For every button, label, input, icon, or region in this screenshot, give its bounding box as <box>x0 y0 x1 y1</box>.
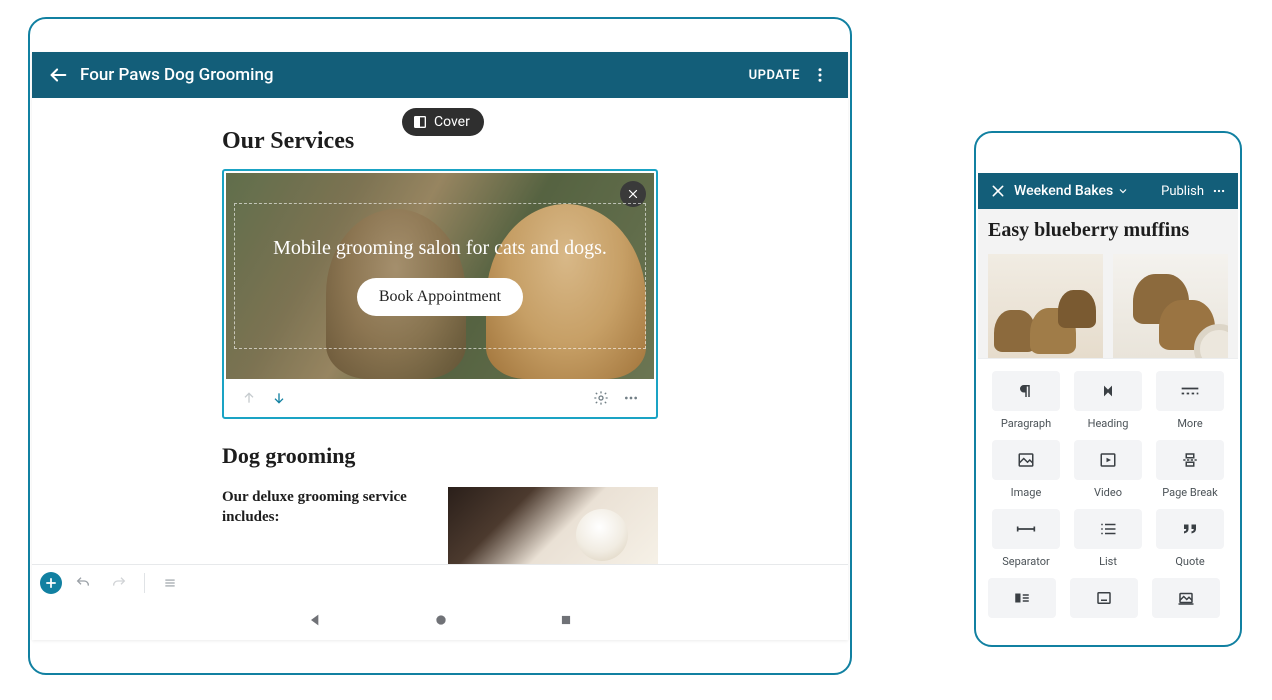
back-arrow-icon[interactable] <box>42 64 74 86</box>
block-button-partial[interactable] <box>988 578 1056 618</box>
dog-image <box>576 509 628 561</box>
undo-icon[interactable] <box>68 568 98 598</box>
paragraph-block-button[interactable] <box>992 371 1060 411</box>
inserter-label: Quote <box>1175 555 1204 568</box>
pagebreak-block-button[interactable] <box>1156 440 1224 480</box>
block-button-partial[interactable] <box>1152 578 1220 618</box>
image-block-button[interactable] <box>992 440 1060 480</box>
block-toolbar <box>226 379 654 415</box>
tablet-device: Four Paws Dog Grooming UPDATE Cover Our … <box>28 17 852 675</box>
cover-paragraph[interactable]: Mobile grooming salon for cats and dogs. <box>273 237 607 260</box>
inserter-item-separator: Separator <box>988 509 1064 568</box>
inserter-label: Page Break <box>1162 486 1217 499</box>
inserter-item-list: List <box>1070 509 1146 568</box>
phone-editor-header: Weekend Bakes Publish <box>978 173 1238 209</box>
gallery-image[interactable] <box>1113 254 1228 358</box>
nav-back-icon[interactable] <box>307 612 323 628</box>
gear-icon[interactable] <box>586 383 616 413</box>
cover-image: Mobile grooming salon for cats and dogs.… <box>226 173 654 379</box>
editor-bottom-toolbar <box>32 564 848 600</box>
post-title[interactable]: Easy blueberry muffins <box>988 219 1228 242</box>
toolbar-separator <box>144 573 145 593</box>
chevron-down-icon[interactable] <box>1117 185 1129 197</box>
list-block-button[interactable] <box>1074 509 1142 549</box>
publish-button[interactable]: Publish <box>1161 184 1204 199</box>
phone-screen: Weekend Bakes Publish Easy blueberry muf… <box>978 173 1238 643</box>
inserter-item-pagebreak: Page Break <box>1152 440 1228 499</box>
services-heading: Our Services <box>222 128 658 155</box>
media-text-row: Our deluxe grooming service includes: <box>222 487 658 564</box>
quote-block-button[interactable] <box>1156 509 1224 549</box>
gallery-row <box>988 254 1228 358</box>
inserter-item-more: More <box>1152 371 1228 430</box>
keyboard-toggle-icon[interactable] <box>155 568 185 598</box>
more-block-button[interactable] <box>1156 371 1224 411</box>
android-nav-bar <box>32 600 848 640</box>
cover-block-selected[interactable]: Mobile grooming salon for cats and dogs.… <box>222 169 658 419</box>
video-block-button[interactable] <box>1074 440 1142 480</box>
inserter-item-image: Image <box>988 440 1064 499</box>
close-icon[interactable] <box>986 183 1010 199</box>
more-menu-icon[interactable] <box>806 66 834 84</box>
inserter-label: Image <box>1011 486 1042 499</box>
grooming-image <box>448 487 658 564</box>
update-button[interactable]: UPDATE <box>749 68 800 83</box>
inserter-label: Heading <box>1088 417 1129 430</box>
more-menu-icon[interactable] <box>1208 184 1230 198</box>
move-up-icon[interactable] <box>234 383 264 413</box>
cover-inner-blocks: Mobile grooming salon for cats and dogs.… <box>234 203 646 349</box>
block-inserter-panel: Paragraph Heading More <box>978 358 1238 643</box>
phone-editor-content: Easy blueberry muffins <box>978 209 1238 358</box>
gallery-image[interactable] <box>988 254 1103 358</box>
inserter-label: Video <box>1094 486 1122 499</box>
editor-header: Four Paws Dog Grooming UPDATE <box>32 52 848 98</box>
redo-icon[interactable] <box>104 568 134 598</box>
inserter-item-heading: Heading <box>1070 371 1146 430</box>
deluxe-service-text: Our deluxe grooming service includes: <box>222 487 428 564</box>
nav-home-icon[interactable] <box>433 612 449 628</box>
editor-canvas: Cover Our Services Mobile grooming salon… <box>32 98 848 564</box>
inserter-item-paragraph: Paragraph <box>988 371 1064 430</box>
more-options-icon[interactable] <box>616 383 646 413</box>
inserter-label: Separator <box>1002 555 1050 568</box>
tablet-screen: Four Paws Dog Grooming UPDATE Cover Our … <box>32 52 848 640</box>
page-title: Four Paws Dog Grooming <box>80 65 749 85</box>
phone-device: Weekend Bakes Publish Easy blueberry muf… <box>974 131 1242 647</box>
separator-block-button[interactable] <box>992 509 1060 549</box>
editor-content-column: Our Services Mobile grooming salon for c… <box>222 128 658 564</box>
block-button-partial[interactable] <box>1070 578 1138 618</box>
move-down-icon[interactable] <box>264 383 294 413</box>
inserter-label: List <box>1099 555 1117 568</box>
add-block-button[interactable] <box>40 572 62 594</box>
nav-recent-icon[interactable] <box>559 613 573 627</box>
phone-page-title[interactable]: Weekend Bakes <box>1014 183 1113 199</box>
inserter-label: More <box>1177 417 1202 430</box>
dog-grooming-heading: Dog grooming <box>222 443 658 469</box>
book-appointment-button[interactable]: Book Appointment <box>357 278 523 316</box>
inserter-item-quote: Quote <box>1152 509 1228 568</box>
heading-block-button[interactable] <box>1074 371 1142 411</box>
inserter-label: Paragraph <box>1001 417 1051 430</box>
inserter-item-video: Video <box>1070 440 1146 499</box>
inserter-partial-row <box>988 578 1228 618</box>
